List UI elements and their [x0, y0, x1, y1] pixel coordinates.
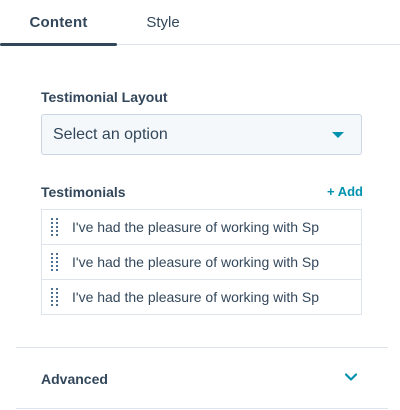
tab-style-label: Style: [146, 14, 180, 31]
list-item[interactable]: I've had the pleasure of working with Sp: [41, 244, 362, 280]
testimonials-label: Testimonials: [41, 184, 126, 200]
testimonial-layout-label: Testimonial Layout: [41, 89, 168, 105]
caret-down-icon: [332, 132, 344, 138]
tab-content-label: Content: [29, 14, 88, 31]
testimonials-list: I've had the pleasure of working with Sp…: [41, 209, 362, 315]
chevron-down-icon: [344, 373, 358, 381]
testimonial-text: I've had the pleasure of working with Sp: [72, 254, 320, 270]
advanced-section-toggle[interactable]: Advanced: [0, 348, 400, 408]
testimonial-text: I've had the pleasure of working with Sp: [72, 289, 320, 305]
advanced-label: Advanced: [41, 371, 108, 387]
testimonial-text: I've had the pleasure of working with Sp: [72, 219, 320, 235]
content-panel: Content Style Testimonial Layout Select …: [0, 0, 400, 410]
select-value: Select an option: [53, 125, 168, 143]
add-testimonial-button[interactable]: + Add: [327, 184, 363, 199]
drag-handle-icon[interactable]: [51, 287, 61, 306]
drag-handle-icon[interactable]: [51, 217, 61, 236]
drag-handle-icon[interactable]: [51, 252, 61, 271]
testimonial-layout-select[interactable]: Select an option: [41, 114, 362, 155]
section-divider: [16, 408, 388, 409]
tab-bar: Content Style: [0, 0, 400, 46]
tab-content[interactable]: Content: [0, 0, 117, 46]
list-item[interactable]: I've had the pleasure of working with Sp: [41, 209, 362, 245]
tab-style[interactable]: Style: [117, 0, 209, 45]
list-item[interactable]: I've had the pleasure of working with Sp: [41, 279, 362, 315]
